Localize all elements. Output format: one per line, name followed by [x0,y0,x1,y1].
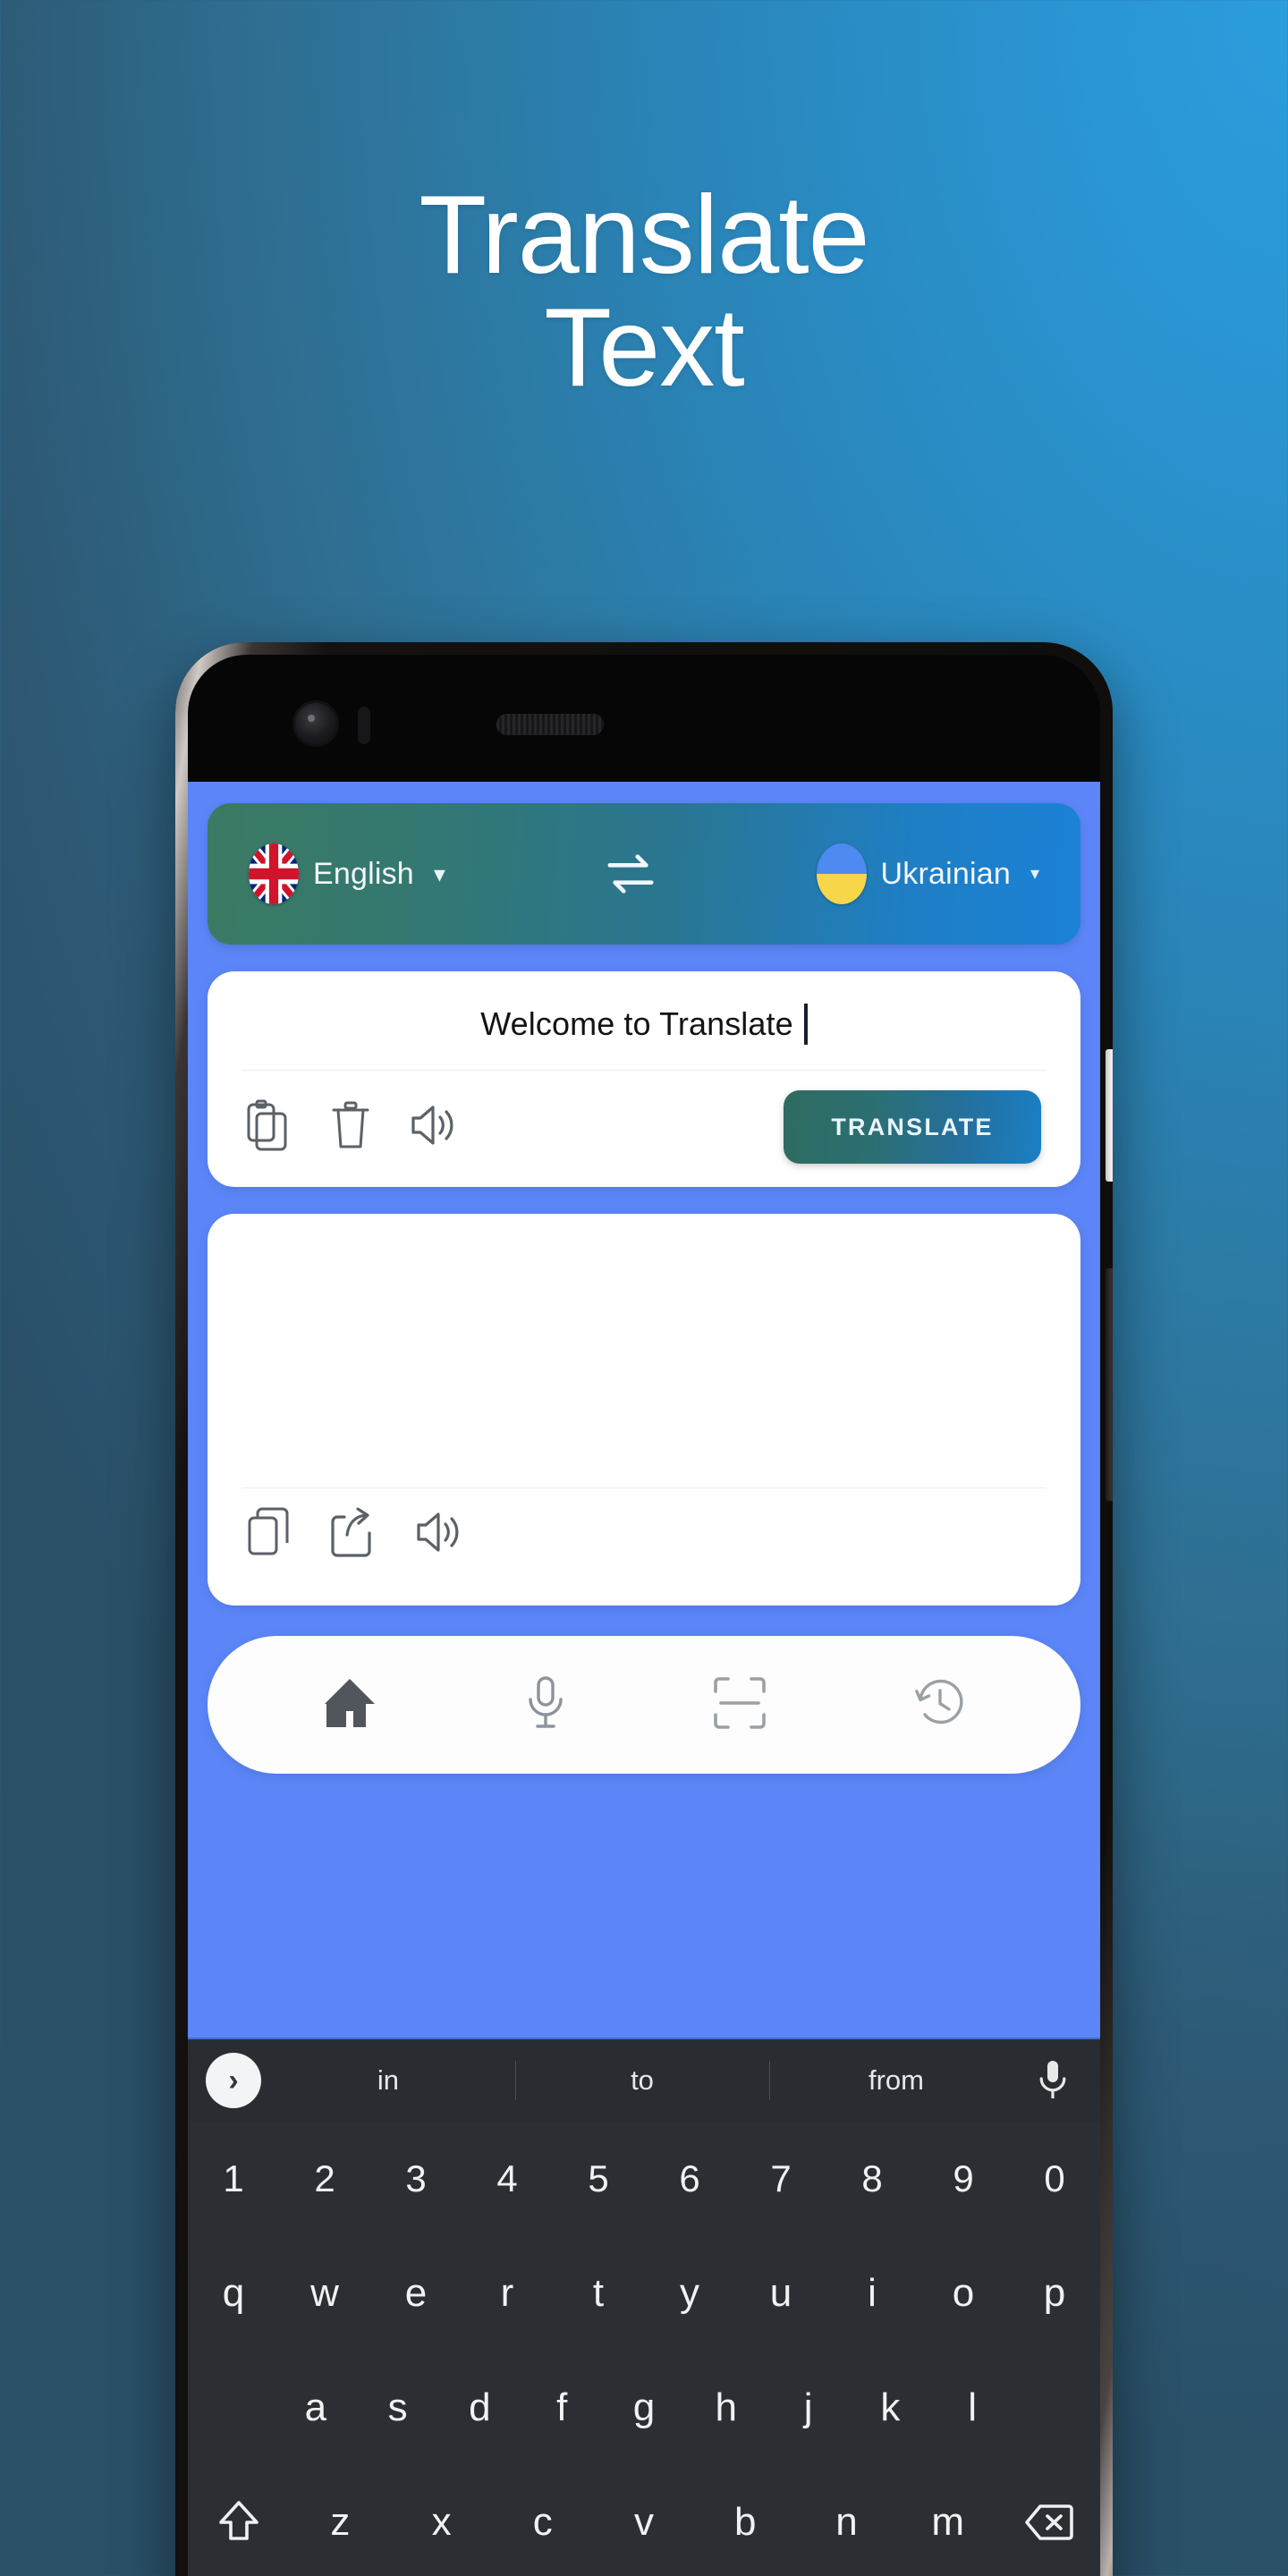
source-language-selector[interactable]: English ▾ [249,843,445,904]
key-e[interactable]: e [370,2236,462,2351]
key-c[interactable]: c [492,2465,593,2576]
speaker-icon[interactable] [413,1509,463,1560]
keyboard-row-numbers: 1 2 3 4 5 6 7 8 9 0 [188,2122,1100,2236]
speaker-icon[interactable] [408,1102,458,1153]
chevron-right-icon[interactable]: › [206,2053,261,2108]
phone-mockup: English ▾ Ukrainian ▾ Welcome to Transla… [175,642,1113,2576]
page-title-line2: Text [544,286,744,411]
key-8[interactable]: 8 [826,2122,918,2236]
keyboard-row-bottom: z x c v b n m [188,2465,1100,2576]
microphone-icon[interactable] [1023,2059,1082,2102]
key-w[interactable]: w [279,2236,370,2351]
front-camera-icon [295,703,336,744]
key-m[interactable]: m [897,2465,998,2576]
suggestion-item[interactable]: in [261,2064,515,2097]
chevron-down-icon[interactable]: ▾ [1030,865,1039,883]
share-icon[interactable] [329,1506,377,1563]
key-y[interactable]: y [644,2236,735,2351]
key-b[interactable]: b [695,2465,796,2576]
key-f[interactable]: f [521,2351,603,2465]
key-p[interactable]: p [1009,2236,1100,2351]
source-text-input[interactable]: Welcome to Translate [234,996,1054,1052]
keyboard-row-home: a s d f g h j k l [188,2351,1100,2465]
key-k[interactable]: k [849,2351,931,2465]
key-v[interactable]: v [593,2465,694,2576]
suggestion-item[interactable]: to [515,2064,769,2097]
key-q[interactable]: q [188,2236,279,2351]
key-2[interactable]: 2 [279,2122,370,2236]
input-card: Welcome to Translate TRANSLATE [208,971,1080,1187]
backspace-icon[interactable] [998,2465,1099,2576]
delete-icon[interactable] [329,1099,372,1156]
text-cursor [803,1004,808,1045]
key-j[interactable]: j [767,2351,850,2465]
page-title-line1: Translate [419,174,869,297]
target-language-label: Ukrainian [880,856,1011,891]
ukraine-flag-icon [816,843,867,904]
key-3[interactable]: 3 [370,2122,462,2236]
target-language-selector[interactable]: Ukrainian ▾ [816,843,1039,904]
copy-icon[interactable] [247,1507,293,1562]
nav-item-home[interactable] [321,1675,378,1735]
key-d[interactable]: d [439,2351,521,2465]
source-text-value: Welcome to Translate [480,1005,793,1042]
key-7[interactable]: 7 [735,2122,826,2236]
key-u[interactable]: u [735,2236,826,2351]
phone-screen: English ▾ Ukrainian ▾ Welcome to Transla… [188,782,1100,2576]
keyboard-row-top: q w e r t y u i o p [188,2236,1100,2351]
nav-item-scan[interactable] [712,1675,767,1735]
translate-button[interactable]: TRANSLATE [784,1090,1041,1164]
key-n[interactable]: n [796,2465,897,2576]
nav-item-voice[interactable] [524,1674,567,1736]
key-5[interactable]: 5 [553,2122,644,2236]
page-title: Translate Text [0,179,1288,405]
source-language-label: English [313,856,414,891]
earpiece-speaker-icon [496,714,604,735]
key-r[interactable]: r [462,2236,553,2351]
key-s[interactable]: s [357,2351,439,2465]
paste-icon[interactable] [247,1099,293,1156]
volume-rocker-button[interactable] [1106,1268,1113,1501]
key-i[interactable]: i [826,2236,918,2351]
key-z[interactable]: z [290,2465,391,2576]
key-9[interactable]: 9 [918,2122,1009,2236]
language-selector-bar: English ▾ Ukrainian ▾ [208,803,1080,945]
power-button[interactable] [1106,1049,1113,1182]
key-l[interactable]: l [931,2351,1013,2465]
bottom-navigation-bar [208,1636,1080,1774]
key-t[interactable]: t [553,2236,644,2351]
swap-languages-button[interactable] [600,848,661,900]
translate-app: English ▾ Ukrainian ▾ Welcome to Transla… [188,782,1100,1774]
proximity-sensor-icon [358,707,370,744]
chevron-down-icon[interactable]: ▾ [434,862,445,886]
key-0[interactable]: 0 [1009,2122,1100,2236]
suggestion-bar: › in to from [188,2039,1100,2122]
key-a[interactable]: a [275,2351,357,2465]
key-g[interactable]: g [603,2351,685,2465]
output-card [208,1214,1080,1606]
key-o[interactable]: o [918,2236,1009,2351]
on-screen-keyboard: › in to from 1 2 3 4 5 6 7 8 9 0 q w e r… [188,2038,1100,2576]
key-4[interactable]: 4 [462,2122,553,2236]
suggestion-item[interactable]: from [769,2064,1023,2097]
key-h[interactable]: h [685,2351,767,2465]
uk-flag-icon [249,843,299,904]
key-1[interactable]: 1 [188,2122,279,2236]
key-x[interactable]: x [391,2465,492,2576]
phone-body: English ▾ Ukrainian ▾ Welcome to Transla… [188,655,1100,2576]
nav-item-history[interactable] [913,1676,967,1734]
shift-icon[interactable] [189,2465,290,2576]
key-6[interactable]: 6 [644,2122,735,2236]
translated-text-output [234,1239,1054,1470]
